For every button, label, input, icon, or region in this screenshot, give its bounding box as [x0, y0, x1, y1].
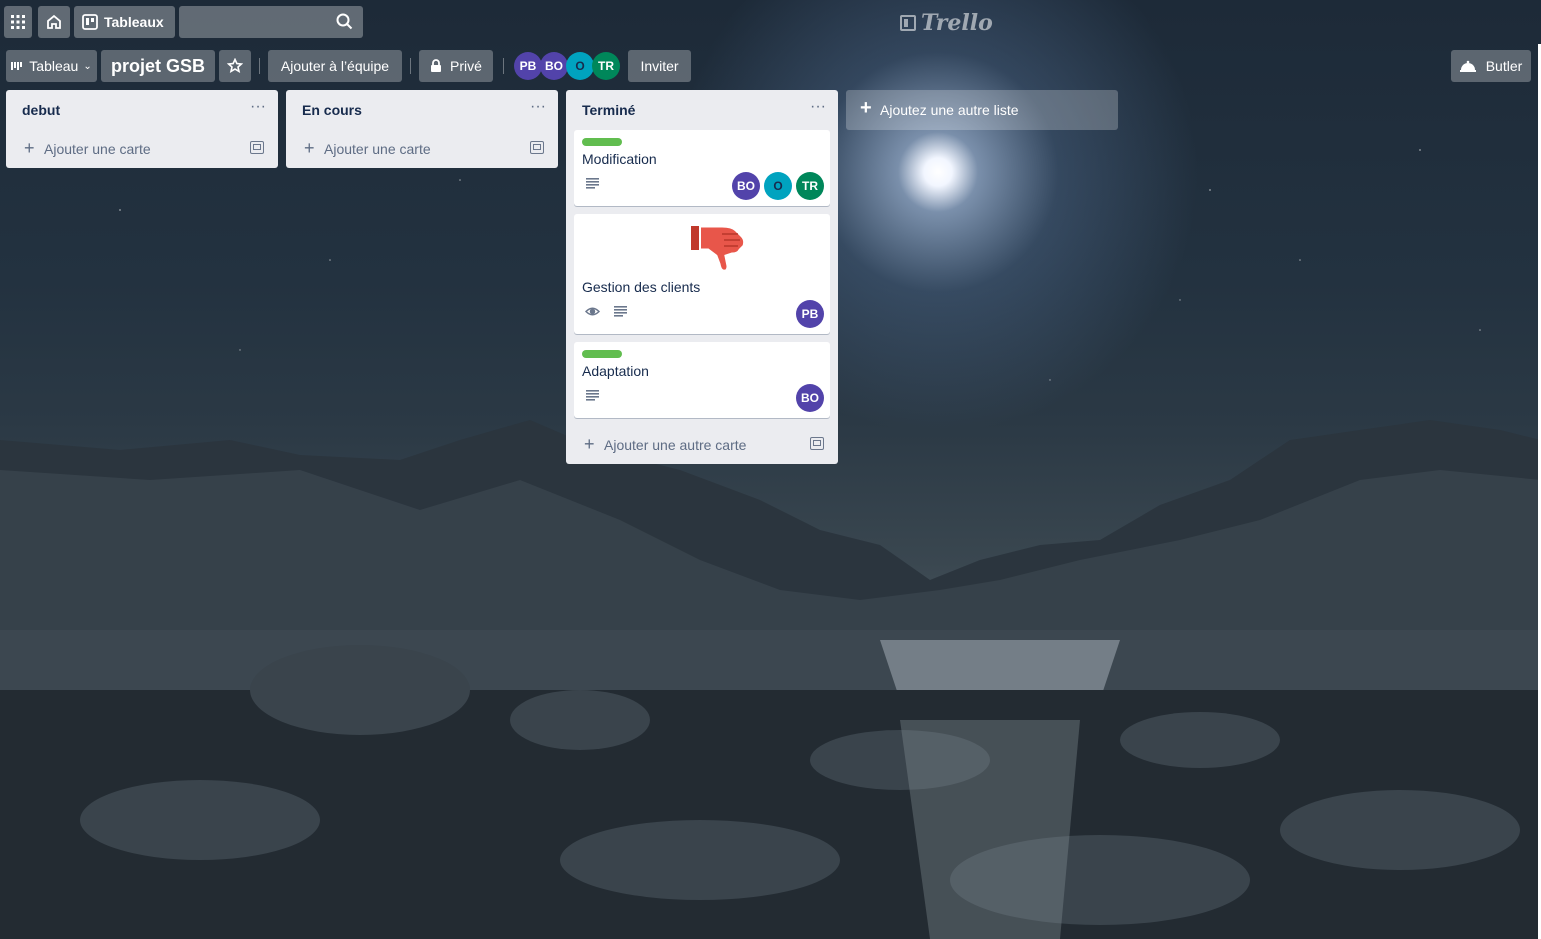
card-gestion-des-clients[interactable]: Gestion des clients PB [574, 214, 830, 334]
star-icon [227, 58, 243, 74]
card-title: Adaptation [582, 363, 649, 379]
add-card-button[interactable]: + Ajouter une carte [286, 130, 558, 168]
list-header[interactable]: Terminé ··· [566, 90, 838, 130]
description-icon [614, 306, 627, 317]
list-menu-icon[interactable]: ··· [810, 98, 826, 116]
add-card-label: Ajouter une autre carte [604, 437, 747, 453]
card-label-green[interactable] [582, 350, 622, 358]
board-view-switcher[interactable]: Tableau ⌄ [6, 50, 97, 82]
invite-button[interactable]: Inviter [628, 50, 691, 82]
eye-icon [585, 307, 600, 316]
card-title: Modification [582, 151, 657, 167]
card-title: Gestion des clients [582, 279, 701, 295]
grid-icon [11, 15, 25, 29]
add-list-button[interactable]: + Ajoutez une autre liste [846, 90, 1118, 130]
card-modification[interactable]: Modification BO O TR [574, 130, 830, 206]
card-member-avatar[interactable]: BO [796, 384, 824, 412]
home-icon [47, 14, 61, 29]
add-card-label: Ajouter une carte [324, 141, 431, 157]
list-title[interactable]: En cours [302, 102, 362, 118]
privacy-label: Privé [450, 58, 482, 74]
add-list-label: Ajoutez une autre liste [880, 102, 1019, 118]
list-menu-icon[interactable]: ··· [530, 98, 546, 116]
separator [503, 58, 504, 74]
butler-icon [1459, 60, 1476, 72]
apps-button[interactable] [4, 6, 32, 38]
description-icon [586, 390, 599, 401]
butler-button[interactable]: Butler [1451, 50, 1531, 82]
card-template-icon[interactable] [810, 437, 824, 450]
card-adaptation[interactable]: Adaptation BO [574, 342, 830, 418]
board-icon [82, 14, 98, 30]
lock-icon [431, 59, 442, 72]
plus-icon: + [860, 97, 872, 119]
card-label-green[interactable] [582, 138, 622, 146]
list-title[interactable]: Terminé [582, 102, 635, 118]
member-avatar[interactable]: BO [540, 52, 568, 80]
member-avatar[interactable]: TR [592, 52, 620, 80]
star-button[interactable] [219, 50, 251, 82]
list-en-cours: En cours ··· + Ajouter une carte [286, 90, 558, 168]
trello-logo-text: Trello [921, 10, 993, 36]
member-avatar[interactable]: O [566, 52, 594, 80]
add-card-button[interactable]: + Ajouter une carte [6, 130, 278, 168]
plus-icon: + [24, 138, 35, 158]
search-icon [336, 13, 353, 30]
plus-icon: + [304, 138, 315, 158]
home-button[interactable] [38, 6, 70, 38]
list-header[interactable]: debut ··· [6, 90, 278, 130]
card-template-icon[interactable] [530, 141, 544, 154]
boards-button[interactable]: Tableaux [74, 6, 175, 38]
add-to-team-button[interactable]: Ajouter à l’équipe [268, 50, 402, 82]
boards-label: Tableaux [104, 14, 164, 30]
board-view-icon [11, 62, 23, 70]
thumbs-down-sticker-icon [689, 224, 747, 273]
privacy-button[interactable]: Privé [419, 50, 493, 82]
board-header: Tableau ⌄ projet GSB Ajouter à l’équipe … [0, 48, 1541, 84]
trello-logo-icon [900, 15, 916, 31]
board-name[interactable]: projet GSB [101, 50, 215, 82]
board-view-label: Tableau [29, 58, 79, 74]
list-debut: debut ··· + Ajouter une carte [6, 90, 278, 168]
list-termine: Terminé ··· Modification BO O TR Gestion… [566, 90, 838, 464]
top-header: Tableaux Trello [0, 0, 1541, 44]
separator [410, 58, 411, 74]
separator [259, 58, 260, 74]
card-template-icon[interactable] [250, 141, 264, 154]
list-header[interactable]: En cours ··· [286, 90, 558, 130]
trello-logo[interactable]: Trello [900, 10, 993, 36]
card-member-avatar[interactable]: O [764, 172, 792, 200]
add-card-button[interactable]: + Ajouter une autre carte [566, 426, 838, 464]
list-title[interactable]: debut [22, 102, 60, 118]
chevron-down-icon: ⌄ [83, 60, 92, 72]
butler-label: Butler [1485, 58, 1523, 74]
description-icon [586, 178, 599, 189]
card-member-avatar[interactable]: BO [732, 172, 760, 200]
member-avatar[interactable]: PB [514, 52, 542, 80]
card-member-avatar[interactable]: TR [796, 172, 824, 200]
list-menu-icon[interactable]: ··· [250, 98, 266, 116]
add-card-label: Ajouter une carte [44, 141, 151, 157]
card-member-avatar[interactable]: PB [796, 300, 824, 328]
search-input[interactable] [179, 6, 363, 38]
plus-icon: + [584, 434, 595, 454]
